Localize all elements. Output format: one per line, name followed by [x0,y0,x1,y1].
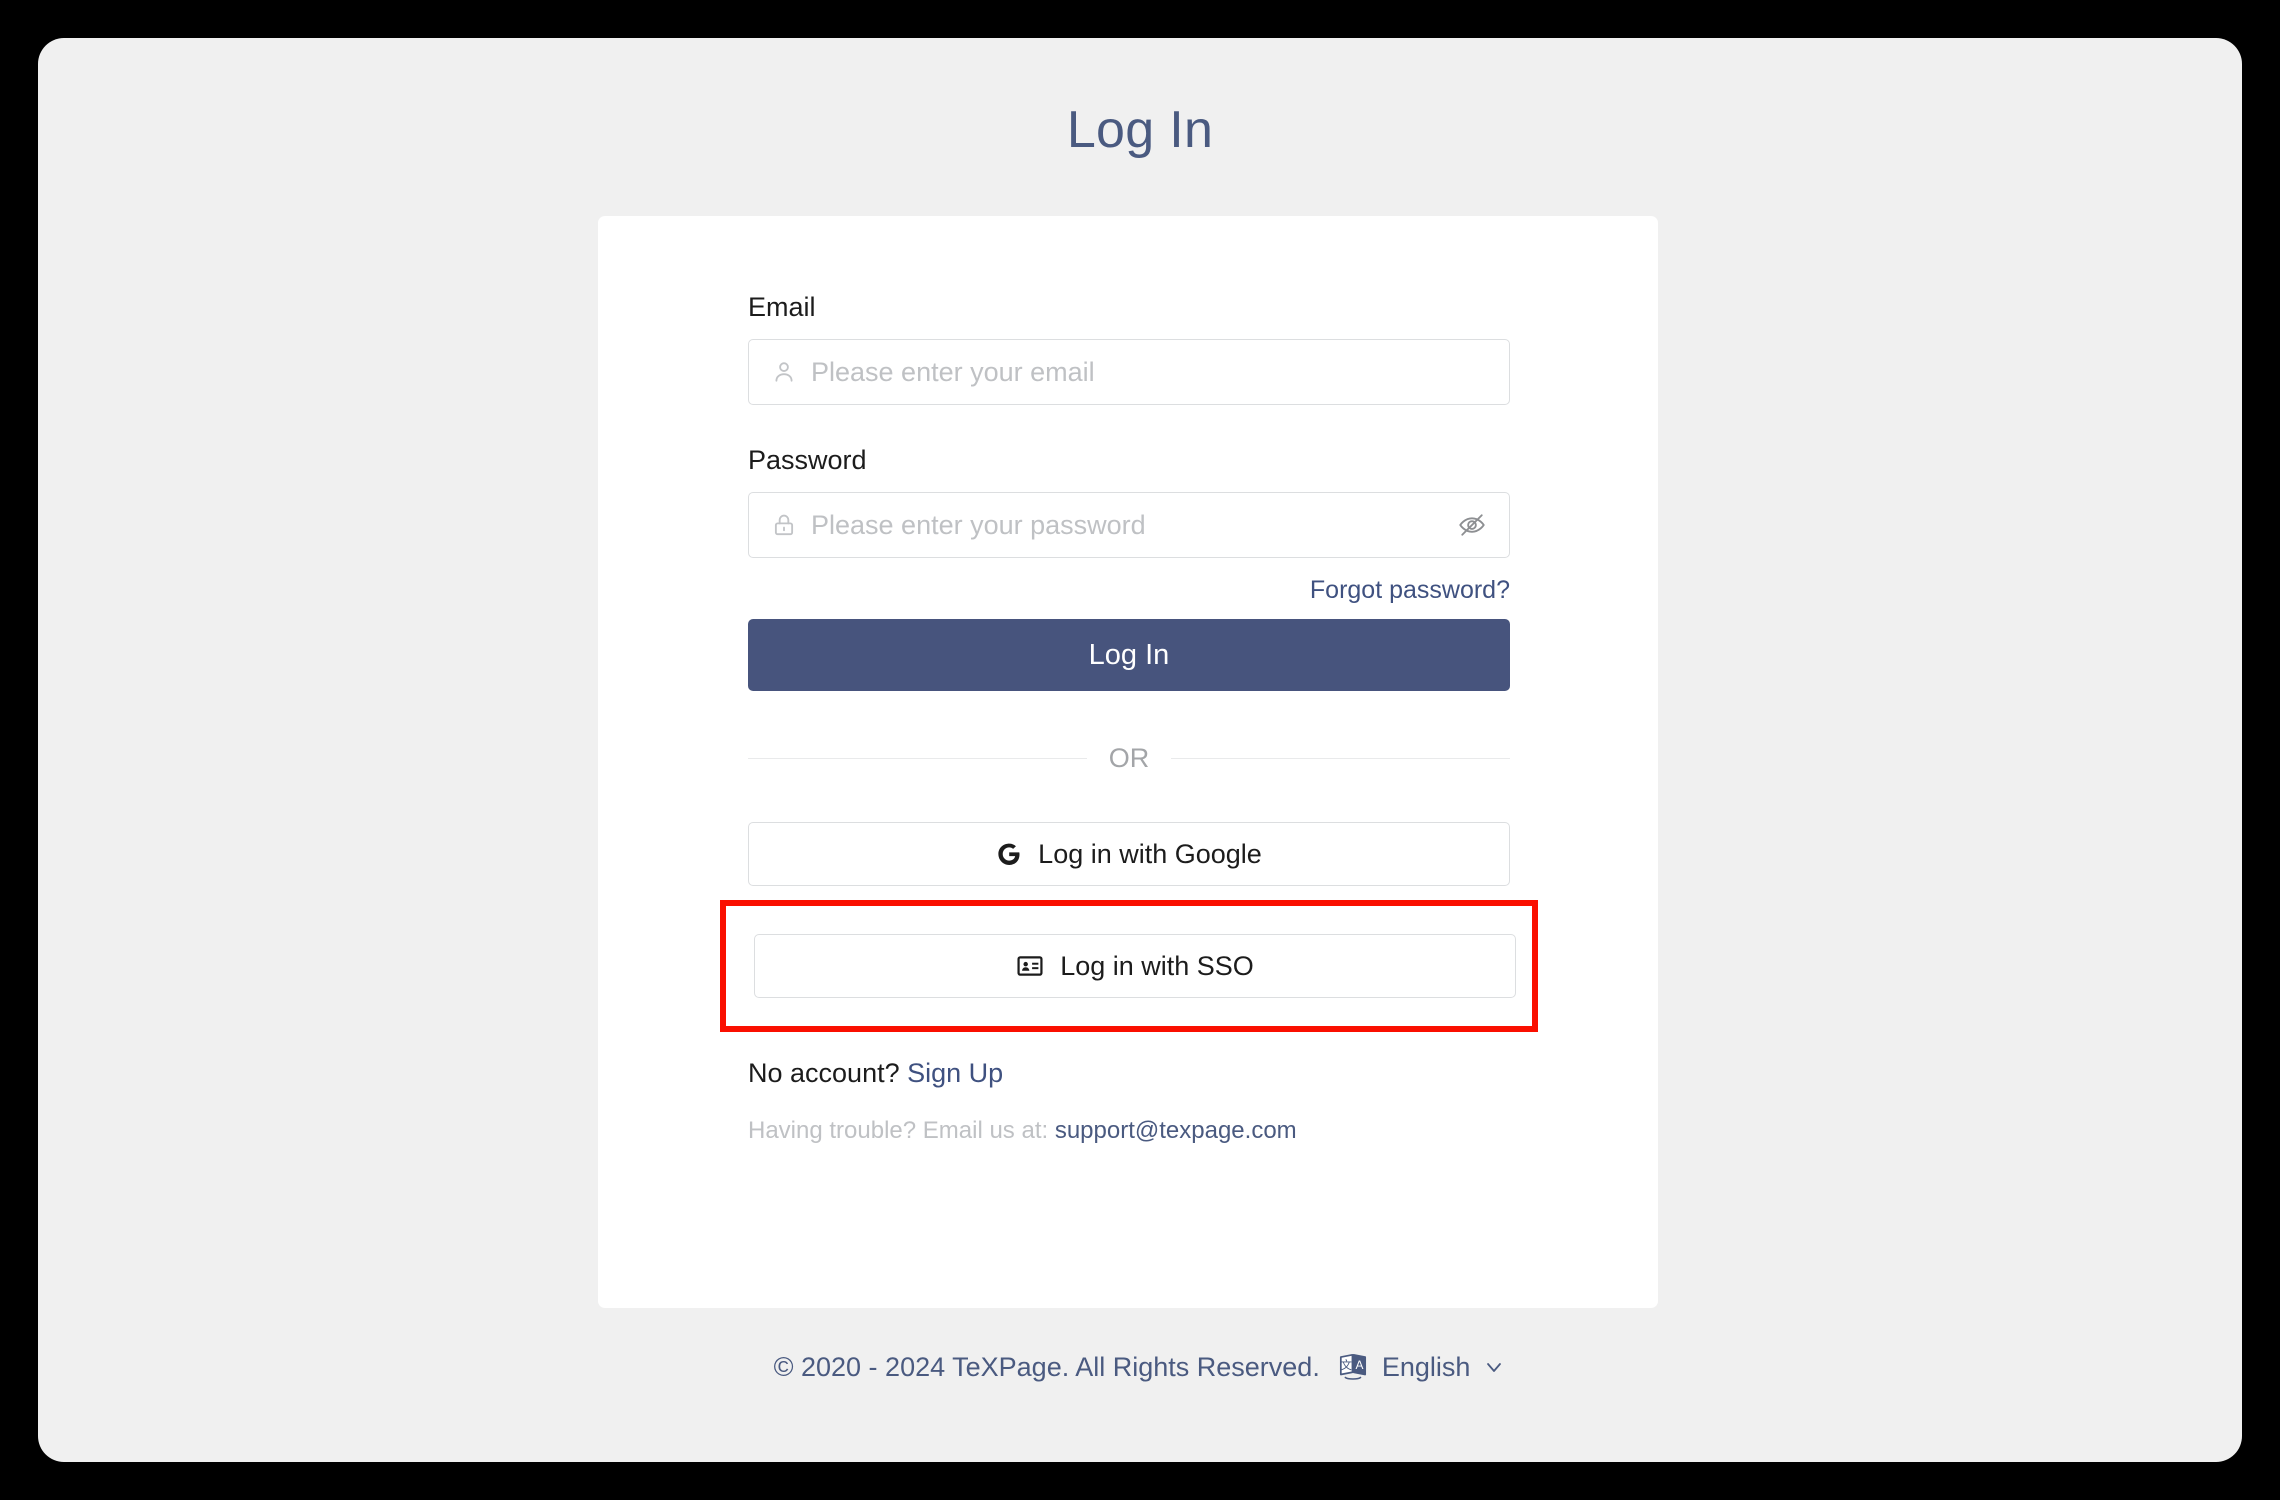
forgot-password-row: Forgot password? [748,576,1510,605]
login-with-sso-button[interactable]: Log in with SSO [754,934,1516,998]
google-g-icon [996,841,1022,867]
email-input-placeholder: Please enter your email [811,356,1095,387]
divider-line-left [748,758,1087,759]
signup-link[interactable]: Sign Up [907,1058,1003,1088]
password-input-placeholder: Please enter your password [811,509,1146,540]
eye-off-icon[interactable] [1457,510,1487,540]
or-divider: OR [748,745,1510,772]
footer: © 2020 - 2024 TeXPage. All Rights Reserv… [38,1350,2242,1384]
login-card: Email Please enter your email Password P… [598,216,1658,1308]
svg-text:文: 文 [1340,1358,1351,1372]
email-field-group: Email Please enter your email [748,294,1510,405]
password-field-group: Password Please enter your password [748,447,1510,558]
sso-highlight-box: Log in with SSO [720,900,1538,1032]
email-label: Email [748,292,816,322]
password-label: Password [748,445,867,475]
copyright-text: © 2020 - 2024 TeXPage. All Rights Reserv… [773,1351,1320,1382]
login-form: Email Please enter your email Password P… [720,216,1538,1145]
support-prompt: Having trouble? Email us at: [748,1117,1049,1144]
login-with-google-label: Log in with Google [1038,838,1262,869]
app-window: Log In Email Please enter your email Pas… [38,38,2242,1462]
login-with-google-button[interactable]: Log in with Google [748,822,1510,886]
translate-icon: 文 A [1336,1350,1370,1384]
divider-line-right [1171,758,1510,759]
signup-row: No account? Sign Up [748,1058,1510,1089]
language-label: English [1381,1351,1471,1382]
email-input[interactable]: Please enter your email [748,339,1510,405]
lock-icon [771,512,797,538]
password-input[interactable]: Please enter your password [748,492,1510,558]
page-title: Log In [1066,101,1214,159]
signup-prompt: No account? [748,1058,900,1088]
id-card-icon [1016,952,1044,980]
login-submit-button[interactable]: Log In [748,619,1510,691]
svg-text:A: A [1355,1358,1363,1372]
chevron-down-icon[interactable] [1482,1355,1506,1379]
login-with-sso-label: Log in with SSO [1060,950,1254,981]
support-email-link[interactable]: support@texpage.com [1055,1117,1297,1144]
forgot-password-link[interactable]: Forgot password? [1310,576,1510,604]
language-switcher[interactable]: 文 A English [1336,1350,1507,1384]
user-icon [771,359,797,385]
or-label: OR [1108,743,1150,773]
support-row: Having trouble? Email us at: support@tex… [748,1117,1510,1145]
